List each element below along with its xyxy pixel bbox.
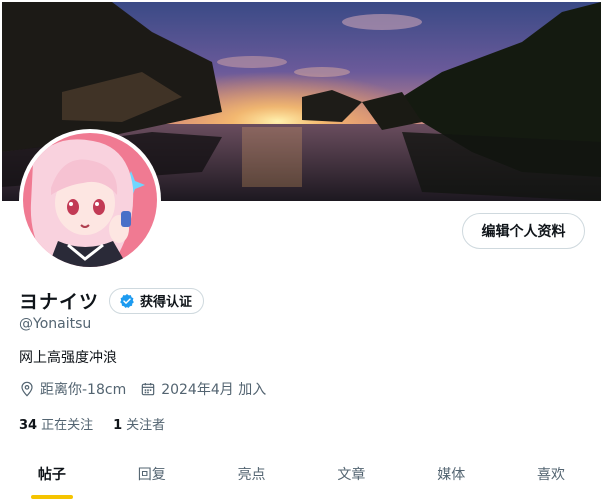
display-name: ヨナイツ: [19, 291, 100, 313]
following-link[interactable]: 34 正在关注: [19, 414, 93, 433]
tab-articles[interactable]: 文章: [301, 449, 401, 499]
joined-text: 2024年4月 加入: [161, 382, 267, 398]
followers-count: 1: [113, 418, 123, 433]
tab-likes[interactable]: 喜欢: [501, 449, 601, 499]
avatar[interactable]: [19, 129, 161, 271]
following-count: 34: [19, 418, 38, 433]
follow-stats: 34 正在关注 1 关注者: [19, 414, 185, 433]
location-pin-icon: [21, 381, 33, 397]
profile-page: 编辑个人资料 ヨナイツ 获得认证 @Yonaitsu 网上高强度冲浪 距离你-1…: [2, 2, 601, 499]
following-label: 正在关注: [41, 418, 94, 433]
profile-tabs: 帖子 回复 亮点 文章 媒体 喜欢: [2, 449, 601, 499]
followers-link[interactable]: 1 关注者: [113, 414, 165, 433]
name-row: ヨナイツ 获得认证: [19, 287, 205, 314]
tab-highlights[interactable]: 亮点: [202, 449, 302, 499]
tab-replies[interactable]: 回复: [102, 449, 202, 499]
get-verified-label: 获得认证: [140, 295, 193, 310]
joined-item: 2024年4月 加入: [140, 379, 266, 399]
avatar-image: [23, 133, 157, 267]
get-verified-button[interactable]: 获得认证: [109, 287, 205, 314]
tab-posts[interactable]: 帖子: [2, 449, 102, 499]
user-handle: @Yonaitsu: [19, 316, 92, 332]
verified-badge-icon: [120, 293, 134, 308]
user-bio: 网上高强度冲浪: [19, 350, 117, 366]
profile-meta: 距离你-18cm 2024年4月 加入: [19, 379, 280, 399]
location-item: 距离你-18cm: [19, 379, 126, 399]
tab-media[interactable]: 媒体: [401, 449, 501, 499]
location-text: 距离你-18cm: [40, 382, 127, 398]
edit-profile-button[interactable]: 编辑个人资料: [462, 213, 585, 249]
followers-label: 关注者: [126, 418, 166, 433]
calendar-icon: [141, 383, 155, 396]
